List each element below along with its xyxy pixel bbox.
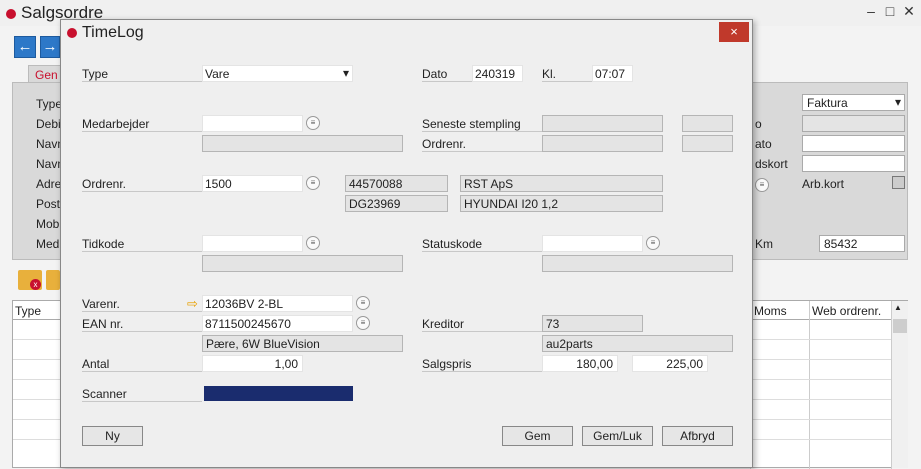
seneste-stempling-field bbox=[542, 115, 663, 132]
chevron-down-icon: ▾ bbox=[342, 66, 349, 80]
dialog-app-icon bbox=[67, 28, 77, 38]
varenr-label: Varenr. bbox=[82, 297, 202, 312]
col-header-type: Type bbox=[15, 304, 42, 318]
salgspris-field[interactable]: 180,00 bbox=[542, 355, 618, 372]
type-select[interactable]: Vare ▾ bbox=[202, 65, 353, 82]
gem-luk-button[interactable]: Gem/Luk bbox=[582, 426, 653, 446]
bg-label: o bbox=[755, 117, 762, 131]
folder-icon[interactable] bbox=[46, 270, 60, 290]
arbkort-checkbox[interactable] bbox=[892, 176, 905, 189]
seneste-stempling-label: Seneste stempling bbox=[422, 117, 542, 132]
close-icon[interactable]: ✕ bbox=[902, 4, 916, 18]
table-scrollbar[interactable]: ▲ bbox=[892, 301, 908, 468]
faktura-select-value: Faktura bbox=[807, 96, 848, 110]
dato-field[interactable]: 240319 bbox=[472, 65, 523, 82]
varenr-field[interactable]: 12036BV 2-BL bbox=[202, 295, 353, 312]
scanner-input[interactable] bbox=[204, 386, 353, 401]
salgspris-label: Salgspris bbox=[422, 357, 542, 372]
delete-folder-icon[interactable]: x bbox=[18, 270, 42, 290]
statuskode-field[interactable] bbox=[542, 235, 643, 252]
faktura-select[interactable]: Faktura ▾ bbox=[802, 94, 905, 111]
statuskode-label: Statuskode bbox=[422, 237, 542, 252]
tidkode-label: Tidkode bbox=[82, 237, 202, 252]
ordre-phone-field: 44570088 bbox=[345, 175, 448, 192]
bg-field[interactable] bbox=[802, 115, 905, 132]
dato-label: Dato bbox=[422, 67, 472, 82]
back-arrow-icon[interactable]: ← bbox=[14, 36, 36, 58]
lookup-icon[interactable]: ≡ bbox=[755, 178, 769, 192]
dialog-close-button[interactable]: × bbox=[719, 22, 749, 42]
bg-label: Medi bbox=[36, 237, 63, 251]
bg-label: Post bbox=[36, 197, 61, 211]
dialog-title-bar: TimeLog × bbox=[61, 20, 752, 46]
bg-label: Adre bbox=[36, 177, 62, 191]
kreditor-nr-field: 73 bbox=[542, 315, 643, 332]
table-divider bbox=[809, 301, 810, 469]
timelog-dialog: TimeLog × Type Vare ▾ Dato 240319 Kl. 07:… bbox=[60, 19, 753, 468]
bg-label: dskort bbox=[755, 157, 788, 171]
kl-field[interactable]: 07:07 bbox=[592, 65, 633, 82]
stempling-ordrenr-field bbox=[542, 135, 663, 152]
app-icon bbox=[6, 9, 16, 19]
type-select-value: Vare bbox=[205, 67, 230, 81]
col-header-moms: Moms bbox=[754, 304, 787, 318]
minimize-icon[interactable]: – bbox=[864, 4, 878, 18]
chevron-down-icon: ▾ bbox=[894, 95, 901, 109]
scroll-up-icon[interactable]: ▲ bbox=[894, 303, 902, 312]
tidkode-lookup-icon[interactable]: ≡ bbox=[306, 236, 320, 250]
dialog-title: TimeLog bbox=[82, 24, 144, 41]
bg-label: Type bbox=[36, 97, 63, 111]
statuskode-lookup-icon[interactable]: ≡ bbox=[646, 236, 660, 250]
ordrenr-lookup-icon[interactable]: ≡ bbox=[306, 176, 320, 190]
kreditor-name-field: au2parts bbox=[542, 335, 733, 352]
bg-label: Debi bbox=[36, 117, 61, 131]
ordre-regnr-field: DG23969 bbox=[345, 195, 448, 212]
medarbejder-field[interactable] bbox=[202, 115, 303, 132]
km-field[interactable]: 85432 bbox=[819, 235, 905, 252]
ean-label: EAN nr. bbox=[82, 317, 202, 332]
kl-label: Kl. bbox=[542, 67, 592, 82]
antal-field[interactable]: 1,00 bbox=[202, 355, 303, 372]
medarbejder-lookup-icon[interactable]: ≡ bbox=[306, 116, 320, 130]
seneste-stempling-time bbox=[682, 115, 733, 132]
ordrenr-label: Ordrenr. bbox=[82, 177, 202, 192]
vare-description-field: Pære, 6W BlueVision bbox=[202, 335, 403, 352]
kreditor-label: Kreditor bbox=[422, 317, 542, 332]
medarbejder-label: Medarbejder bbox=[82, 117, 202, 132]
forward-arrow-icon[interactable]: → bbox=[40, 36, 60, 58]
ean-lookup-icon[interactable]: ≡ bbox=[356, 316, 370, 330]
stempling-ordrenr-extra bbox=[682, 135, 733, 152]
ordrenr-field[interactable]: 1500 bbox=[202, 175, 303, 192]
tidkode-desc-field bbox=[202, 255, 403, 272]
ordre-customer-field: RST ApS bbox=[460, 175, 663, 192]
tab-general[interactable]: Gen bbox=[28, 65, 62, 83]
statuskode-desc-field bbox=[542, 255, 733, 272]
gem-button[interactable]: Gem bbox=[502, 426, 573, 446]
bg-label: ato bbox=[755, 137, 772, 151]
maximize-icon[interactable]: □ bbox=[883, 4, 897, 18]
scanner-label: Scanner bbox=[82, 387, 202, 402]
bg-field[interactable] bbox=[802, 155, 905, 172]
varenr-lookup-icon[interactable]: ≡ bbox=[356, 296, 370, 310]
km-label: Km bbox=[755, 237, 773, 251]
ny-button[interactable]: Ny bbox=[82, 426, 143, 446]
type-label: Type bbox=[82, 67, 202, 82]
salgspris-incl-field[interactable]: 225,00 bbox=[632, 355, 708, 372]
bg-label: Mobi bbox=[36, 217, 63, 231]
ordre-vehicle-field: HYUNDAI I20 1,2 bbox=[460, 195, 663, 212]
tidkode-field[interactable] bbox=[202, 235, 303, 252]
medarbejder-name-field bbox=[202, 135, 403, 152]
afbryd-button[interactable]: Afbryd bbox=[662, 426, 733, 446]
bg-field[interactable] bbox=[802, 135, 905, 152]
scroll-thumb[interactable] bbox=[893, 319, 907, 333]
ean-field[interactable]: 8711500245670 bbox=[202, 315, 353, 332]
ordrenr-right-label: Ordrenr. bbox=[422, 137, 542, 152]
antal-label: Antal bbox=[82, 357, 202, 372]
arbkort-label: Arb.kort bbox=[802, 177, 845, 191]
col-header-web-ordrenr: Web ordrenr. bbox=[812, 304, 882, 318]
arrow-right-icon: ⇨ bbox=[187, 296, 198, 311]
